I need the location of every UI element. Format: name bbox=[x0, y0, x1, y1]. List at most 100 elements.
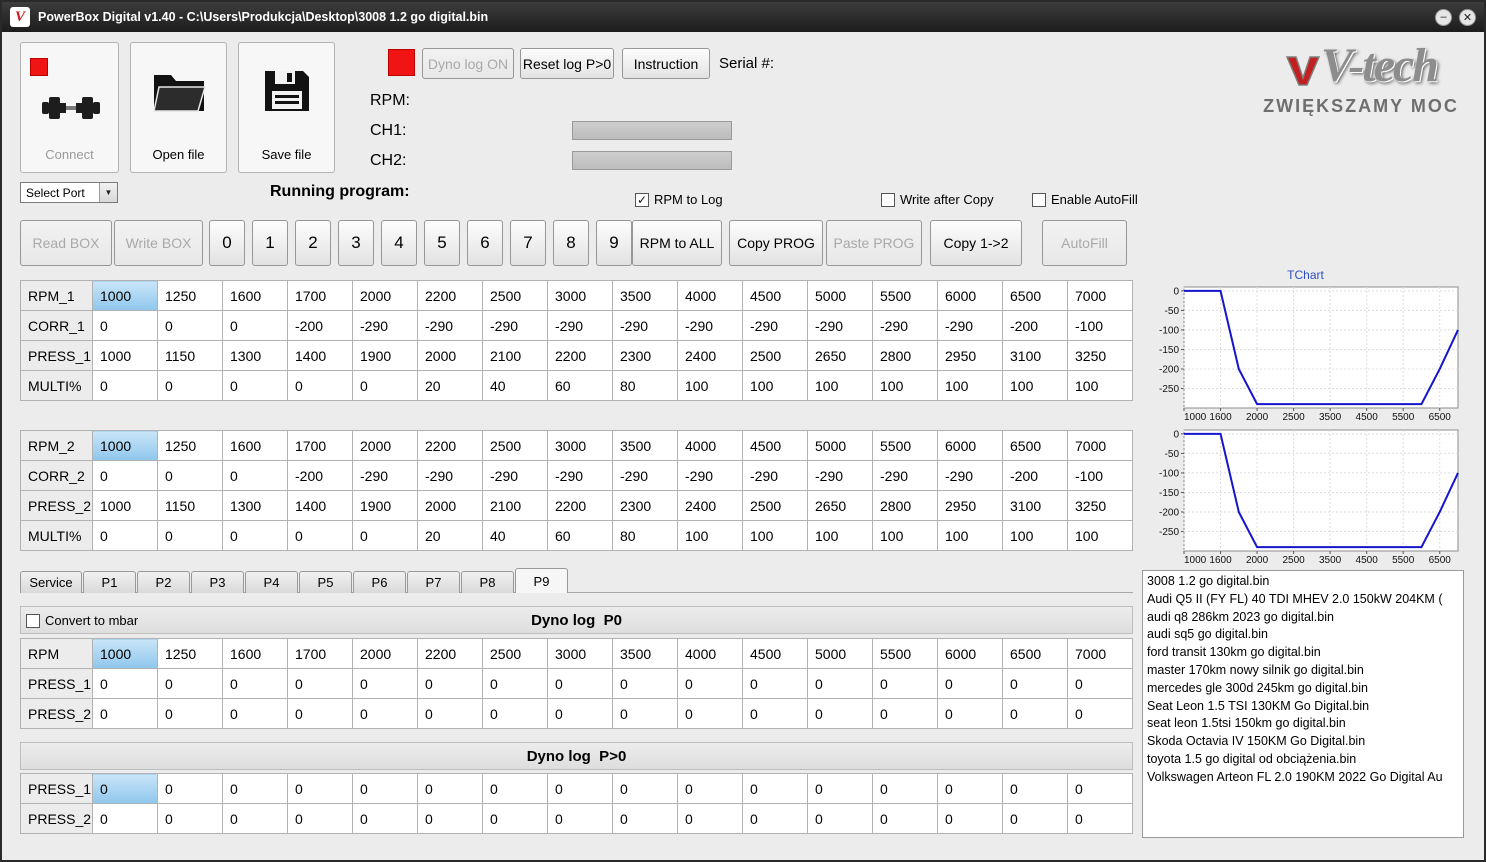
program-button-0[interactable]: 0 bbox=[209, 220, 245, 266]
cell-multi%-15[interactable]: 100 bbox=[1067, 370, 1133, 401]
cell-rpm-15[interactable]: 7000 bbox=[1067, 638, 1133, 669]
cell-press_2-2[interactable]: 0 bbox=[222, 698, 288, 729]
cell-rpm-9[interactable]: 4000 bbox=[677, 638, 743, 669]
cell-press_1-4[interactable]: 0 bbox=[352, 773, 418, 804]
cell-corr_2-4[interactable]: -290 bbox=[352, 460, 418, 491]
cell-press_2-7[interactable]: 2200 bbox=[547, 490, 613, 521]
cell-press_1-13[interactable]: 0 bbox=[937, 668, 1003, 699]
cell-multi%-3[interactable]: 0 bbox=[287, 520, 353, 551]
cell-press_1-12[interactable]: 2800 bbox=[872, 340, 938, 371]
cell-corr_2-6[interactable]: -290 bbox=[482, 460, 548, 491]
cell-corr_1-4[interactable]: -290 bbox=[352, 310, 418, 341]
cell-press_2-9[interactable]: 0 bbox=[677, 803, 743, 834]
cell-rpm_1-10[interactable]: 4500 bbox=[742, 280, 808, 311]
cell-press_1-8[interactable]: 0 bbox=[612, 773, 678, 804]
cell-rpm-11[interactable]: 5000 bbox=[807, 638, 873, 669]
cell-rpm_2-6[interactable]: 2500 bbox=[482, 430, 548, 461]
cell-press_1-14[interactable]: 0 bbox=[1002, 668, 1068, 699]
rpm-to-all-button[interactable]: RPM to ALL bbox=[632, 220, 722, 266]
tab-p4[interactable]: P4 bbox=[245, 571, 298, 593]
tab-service[interactable]: Service bbox=[20, 571, 82, 593]
cell-press_2-4[interactable]: 0 bbox=[352, 803, 418, 834]
cell-corr_2-10[interactable]: -290 bbox=[742, 460, 808, 491]
cell-multi%-13[interactable]: 100 bbox=[937, 520, 1003, 551]
cell-rpm_1-12[interactable]: 5500 bbox=[872, 280, 938, 311]
cell-corr_2-14[interactable]: -200 bbox=[1002, 460, 1068, 491]
cell-rpm_1-2[interactable]: 1600 bbox=[222, 280, 288, 311]
cell-rpm_2-11[interactable]: 5000 bbox=[807, 430, 873, 461]
cell-press_1-12[interactable]: 0 bbox=[872, 668, 938, 699]
cell-press_2-11[interactable]: 2650 bbox=[807, 490, 873, 521]
cell-corr_2-5[interactable]: -290 bbox=[417, 460, 483, 491]
cell-press_2-1[interactable]: 0 bbox=[157, 698, 223, 729]
cell-multi%-3[interactable]: 0 bbox=[287, 370, 353, 401]
cell-rpm_1-4[interactable]: 2000 bbox=[352, 280, 418, 311]
cell-multi%-6[interactable]: 40 bbox=[482, 370, 548, 401]
cell-rpm-8[interactable]: 3500 bbox=[612, 638, 678, 669]
cell-press_2-0[interactable]: 0 bbox=[92, 803, 158, 834]
cell-multi%-10[interactable]: 100 bbox=[742, 520, 808, 551]
enable-autofill-checkbox[interactable]: Enable AutoFill bbox=[1032, 192, 1138, 207]
title-bar[interactable]: V PowerBox Digital v1.40 - C:\Users\Prod… bbox=[2, 2, 1484, 32]
cell-press_1-11[interactable]: 0 bbox=[807, 668, 873, 699]
file-list-item[interactable]: seat leon 1.5tsi 150km go digital.bin bbox=[1147, 715, 1459, 733]
tab-p3[interactable]: P3 bbox=[191, 571, 244, 593]
program-button-3[interactable]: 3 bbox=[338, 220, 374, 266]
cell-press_1-5[interactable]: 0 bbox=[417, 773, 483, 804]
cell-rpm_2-7[interactable]: 3000 bbox=[547, 430, 613, 461]
tab-p8[interactable]: P8 bbox=[461, 571, 514, 593]
cell-multi%-5[interactable]: 20 bbox=[417, 370, 483, 401]
cell-press_1-15[interactable]: 3250 bbox=[1067, 340, 1133, 371]
close-button[interactable]: ✕ bbox=[1459, 8, 1476, 26]
rpm-to-log-checkbox[interactable]: ✓ RPM to Log bbox=[635, 192, 723, 207]
cell-corr_1-15[interactable]: -100 bbox=[1067, 310, 1133, 341]
cell-press_2-2[interactable]: 1300 bbox=[222, 490, 288, 521]
cell-multi%-0[interactable]: 0 bbox=[92, 370, 158, 401]
cell-press_1-3[interactable]: 0 bbox=[287, 668, 353, 699]
cell-press_1-15[interactable]: 0 bbox=[1067, 773, 1133, 804]
copy-prog-button[interactable]: Copy PROG bbox=[729, 220, 823, 266]
cell-press_2-3[interactable]: 0 bbox=[287, 698, 353, 729]
cell-press_2-15[interactable]: 0 bbox=[1067, 698, 1133, 729]
reset-log-button[interactable]: Reset log P>0 bbox=[520, 48, 614, 79]
file-list-item[interactable]: mercedes gle 300d 245km go digital.bin bbox=[1147, 680, 1459, 698]
cell-press_1-14[interactable]: 0 bbox=[1002, 773, 1068, 804]
cell-press_2-8[interactable]: 2300 bbox=[612, 490, 678, 521]
cell-rpm_1-15[interactable]: 7000 bbox=[1067, 280, 1133, 311]
cell-rpm-10[interactable]: 4500 bbox=[742, 638, 808, 669]
cell-press_2-11[interactable]: 0 bbox=[807, 698, 873, 729]
cell-corr_2-2[interactable]: 0 bbox=[222, 460, 288, 491]
cell-press_2-14[interactable]: 0 bbox=[1002, 803, 1068, 834]
cell-press_2-13[interactable]: 0 bbox=[937, 803, 1003, 834]
program-button-6[interactable]: 6 bbox=[467, 220, 503, 266]
cell-press_1-5[interactable]: 2000 bbox=[417, 340, 483, 371]
cell-press_1-6[interactable]: 2100 bbox=[482, 340, 548, 371]
cell-rpm_2-1[interactable]: 1250 bbox=[157, 430, 223, 461]
file-list-item[interactable]: audi q8 286km 2023 go digital.bin bbox=[1147, 609, 1459, 627]
cell-press_1-6[interactable]: 0 bbox=[482, 668, 548, 699]
open-file-button[interactable]: Open file bbox=[130, 42, 227, 173]
cell-press_2-6[interactable]: 0 bbox=[482, 698, 548, 729]
cell-multi%-6[interactable]: 40 bbox=[482, 520, 548, 551]
program-button-7[interactable]: 7 bbox=[510, 220, 546, 266]
cell-press_2-3[interactable]: 0 bbox=[287, 803, 353, 834]
cell-rpm_2-9[interactable]: 4000 bbox=[677, 430, 743, 461]
cell-press_2-9[interactable]: 0 bbox=[677, 698, 743, 729]
cell-multi%-12[interactable]: 100 bbox=[872, 520, 938, 551]
cell-rpm_1-13[interactable]: 6000 bbox=[937, 280, 1003, 311]
cell-corr_1-0[interactable]: 0 bbox=[92, 310, 158, 341]
cell-rpm_1-7[interactable]: 3000 bbox=[547, 280, 613, 311]
cell-press_1-11[interactable]: 0 bbox=[807, 773, 873, 804]
tab-p6[interactable]: P6 bbox=[353, 571, 406, 593]
cell-corr_1-2[interactable]: 0 bbox=[222, 310, 288, 341]
program-button-8[interactable]: 8 bbox=[553, 220, 589, 266]
cell-press_2-9[interactable]: 2400 bbox=[677, 490, 743, 521]
cell-multi%-2[interactable]: 0 bbox=[222, 520, 288, 551]
cell-rpm_1-11[interactable]: 5000 bbox=[807, 280, 873, 311]
cell-rpm-3[interactable]: 1700 bbox=[287, 638, 353, 669]
cell-press_1-4[interactable]: 1900 bbox=[352, 340, 418, 371]
cell-multi%-7[interactable]: 60 bbox=[547, 370, 613, 401]
file-list-item[interactable]: Seat Leon 1.5 TSI 130KM Go Digital.bin bbox=[1147, 698, 1459, 716]
cell-press_2-12[interactable]: 0 bbox=[872, 698, 938, 729]
cell-rpm_2-4[interactable]: 2000 bbox=[352, 430, 418, 461]
